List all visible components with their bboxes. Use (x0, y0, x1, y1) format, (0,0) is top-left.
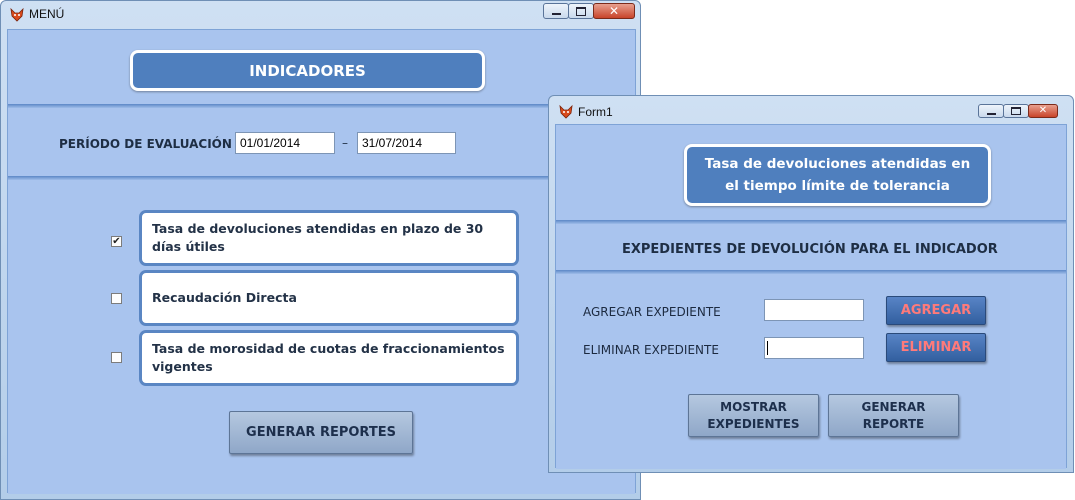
indicator-1-label: Tasa de devoluciones atendidas en plazo … (152, 221, 484, 254)
fox-icon (559, 104, 573, 119)
maximize-icon[interactable] (568, 3, 594, 19)
minimize-icon[interactable] (543, 3, 569, 19)
indicator-1-option[interactable]: Tasa de devoluciones atendidas en plazo … (139, 210, 519, 266)
form1-window-title: Form1 (578, 105, 613, 119)
remove-button[interactable]: ELIMINAR (886, 333, 986, 362)
indicator-2-option[interactable]: Recaudación Directa (139, 270, 519, 326)
menu-window-controls: ✕ (543, 3, 635, 21)
menu-window: MENÚ ✕ INDICADORES PERÍODO DE EVALUACIÓN… (0, 0, 641, 500)
generate-report-button[interactable]: GENERAR REPORTE (828, 394, 959, 437)
indicator-3-checkbox[interactable] (111, 352, 122, 363)
menu-window-title: MENÚ (29, 7, 65, 21)
date-from-input[interactable]: 01/01/2014 (235, 132, 335, 154)
form1-window-controls: ✕ (978, 104, 1058, 122)
indicator-3-option[interactable]: Tasa de morosidad de cuotas de fracciona… (139, 330, 519, 386)
minimize-icon[interactable] (978, 104, 1004, 118)
form1-client-area: Tasa de devoluciones atendidas en el tie… (555, 124, 1067, 469)
form1-window: Form1 ✕ Tasa de devoluciones atendidas e… (548, 95, 1074, 473)
generate-reports-button[interactable]: GENERAR REPORTES (229, 411, 413, 454)
form1-titlebar[interactable]: Form1 ✕ (549, 96, 1073, 124)
date-separator: – (342, 136, 348, 150)
text-caret (767, 341, 768, 355)
indicator-2-checkbox[interactable] (111, 293, 122, 304)
remove-expediente-input[interactable] (764, 337, 864, 359)
indicator-2-label: Recaudación Directa (152, 290, 297, 305)
form1-header: Tasa de devoluciones atendidas en el tie… (684, 144, 991, 206)
indicadores-header: INDICADORES (130, 50, 485, 91)
indicator-3-label: Tasa de morosidad de cuotas de fracciona… (152, 341, 505, 374)
fox-icon (10, 7, 24, 22)
indicadores-header-text: INDICADORES (249, 61, 366, 80)
close-icon[interactable]: ✕ (593, 3, 635, 19)
add-button[interactable]: AGREGAR (886, 296, 986, 325)
indicator-1-checkbox[interactable]: ✔ (111, 236, 122, 247)
date-to-input[interactable]: 31/07/2014 (357, 132, 456, 154)
period-label: PERÍODO DE EVALUACIÓN (59, 137, 232, 151)
add-expediente-input[interactable] (764, 299, 864, 321)
menu-client-area: INDICADORES PERÍODO DE EVALUACIÓN 01/01/… (7, 29, 636, 494)
maximize-icon[interactable] (1003, 104, 1029, 118)
form1-header-text: Tasa de devoluciones atendidas en el tie… (704, 156, 971, 194)
remove-expediente-label: ELIMINAR EXPEDIENTE (583, 343, 719, 357)
close-icon[interactable]: ✕ (1028, 104, 1058, 118)
add-expediente-label: AGREGAR EXPEDIENTE (583, 305, 721, 319)
section-title: EXPEDIENTES DE DEVOLUCIÓN PARA EL INDICA… (622, 242, 998, 257)
show-expedientes-button[interactable]: MOSTRAR EXPEDIENTES (688, 394, 819, 437)
menu-titlebar[interactable]: MENÚ ✕ (1, 1, 640, 29)
